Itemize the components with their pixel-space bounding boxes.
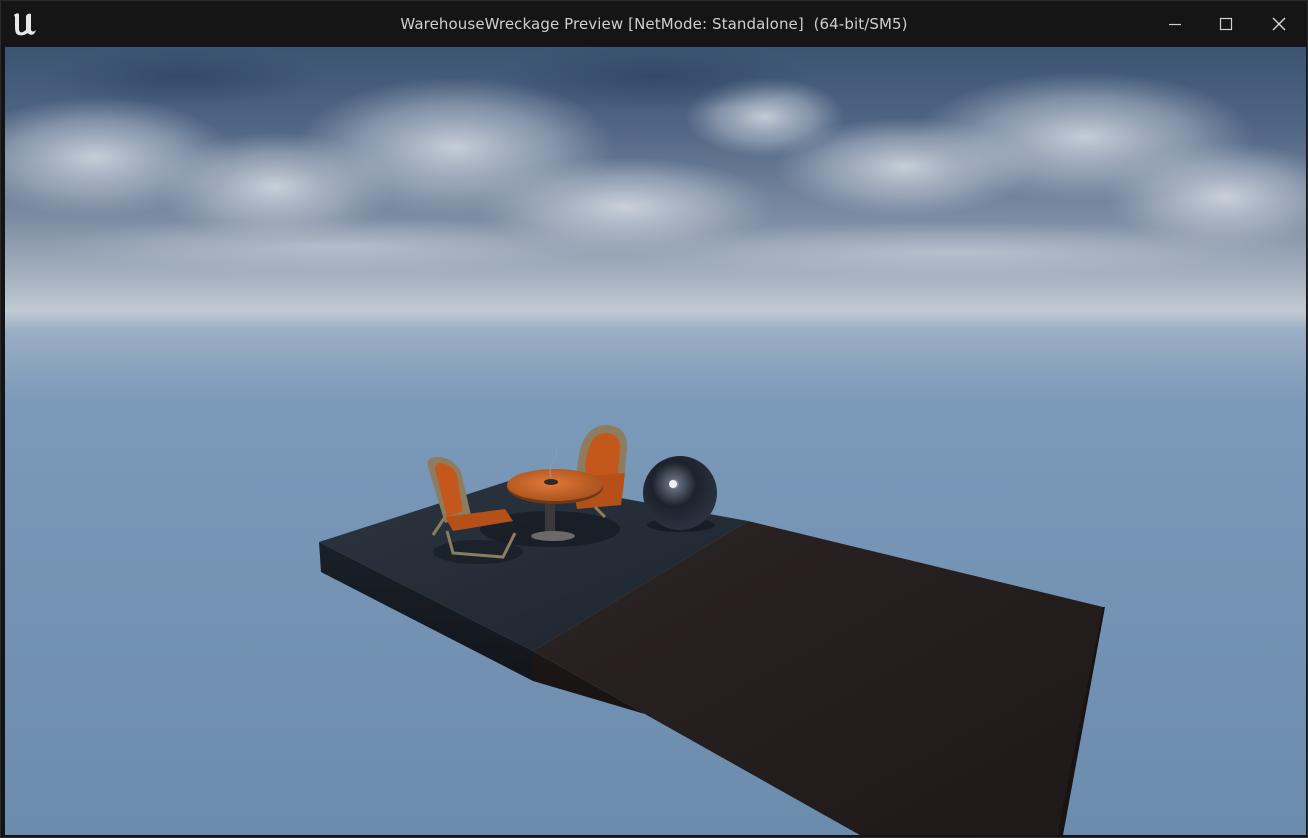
maximize-icon <box>1219 17 1233 31</box>
window-title: WarehouseWreckage Preview [NetMode: Stan… <box>400 15 908 33</box>
minimize-button[interactable] <box>1149 1 1201 47</box>
clouds <box>5 47 1306 282</box>
close-button[interactable] <box>1253 1 1305 47</box>
close-icon <box>1272 17 1286 31</box>
scene-render <box>5 47 1306 835</box>
game-preview-window: WarehouseWreckage Preview [NetMode: Stan… <box>0 0 1308 838</box>
game-viewport[interactable] <box>5 47 1306 835</box>
minimize-icon <box>1169 23 1181 26</box>
maximize-button[interactable] <box>1200 1 1252 47</box>
title-bar[interactable]: WarehouseWreckage Preview [NetMode: Stan… <box>1 1 1307 47</box>
